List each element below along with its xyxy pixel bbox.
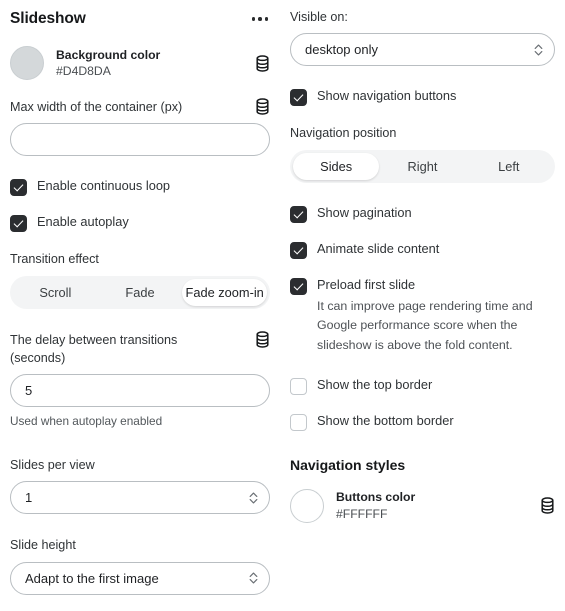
- page-title: Slideshow: [10, 10, 86, 27]
- panel-header: Slideshow: [10, 8, 270, 30]
- max-width-label-row: Max width of the container (px): [10, 98, 270, 116]
- show-bottom-border-row[interactable]: Show the bottom border: [290, 413, 555, 431]
- animate-slide-content-label: Animate slide content: [317, 240, 440, 256]
- preload-first-slide-checkbox[interactable]: [290, 277, 307, 295]
- slide-height-select-wrap: [10, 561, 270, 595]
- delay-field: The delay between transitions (seconds) …: [10, 330, 270, 428]
- kebab-dot: [264, 17, 268, 21]
- transition-effect-field: Transition effect Scroll Fade Fade zoom-…: [10, 250, 270, 309]
- navigation-position-label: Navigation position: [290, 126, 397, 141]
- navigation-position-field: Navigation position Sides Right Left: [290, 124, 555, 183]
- delay-label-row: The delay between transitions (seconds): [10, 330, 270, 368]
- background-color-swatch[interactable]: [10, 46, 44, 80]
- buttons-color-row: Buttons color #FFFFFF: [290, 488, 555, 523]
- slides-per-view-field: Slides per view: [10, 456, 270, 515]
- delay-label: The delay between transitions (seconds): [10, 332, 178, 365]
- transition-effect-segmented: Scroll Fade Fade zoom-in: [10, 275, 270, 309]
- show-pagination-label: Show pagination: [317, 204, 412, 220]
- show-pagination-row[interactable]: Show pagination: [290, 205, 555, 223]
- show-bottom-border-label: Show the bottom border: [317, 412, 454, 428]
- transition-effect-label-row: Transition effect: [10, 250, 270, 268]
- enable-continuous-loop-row[interactable]: Enable continuous loop: [10, 178, 270, 197]
- enable-autoplay-row[interactable]: Enable autoplay: [10, 214, 270, 233]
- slides-per-view-input[interactable]: [10, 481, 270, 515]
- background-color-meta: Background color #D4D8DA: [56, 47, 243, 80]
- show-pagination-checkbox[interactable]: [290, 205, 307, 223]
- delay-hint: Used when autoplay enabled: [10, 414, 163, 428]
- database-icon[interactable]: [255, 98, 270, 115]
- database-icon[interactable]: [255, 330, 270, 348]
- preload-first-slide-text-group: Preload first slide It can improve page …: [317, 277, 555, 355]
- segment-scroll[interactable]: Scroll: [13, 279, 98, 306]
- show-top-border-row[interactable]: Show the top border: [290, 377, 555, 395]
- transition-effect-label: Transition effect: [10, 252, 99, 267]
- show-top-border-checkbox[interactable]: [290, 377, 307, 395]
- right-settings-column: Visible on: Show navigation buttons Navi…: [280, 0, 565, 611]
- segment-sides[interactable]: Sides: [293, 152, 380, 180]
- show-bottom-border-checkbox[interactable]: [290, 413, 307, 431]
- slide-height-select[interactable]: [10, 561, 270, 595]
- kebab-dot: [258, 17, 262, 21]
- left-settings-column: Slideshow Background color #D4D8DA Max w…: [0, 0, 280, 611]
- kebab-menu-icon[interactable]: [250, 13, 271, 25]
- show-navigation-buttons-label: Show navigation buttons: [317, 88, 457, 104]
- slides-per-view-select-wrap: [10, 481, 270, 515]
- visible-on-label: Visible on:: [290, 10, 348, 24]
- delay-input[interactable]: [10, 374, 270, 407]
- kebab-dot: [251, 17, 255, 21]
- buttons-color-name: Buttons color: [336, 490, 416, 505]
- segment-fade-zoom-in[interactable]: Fade zoom-in: [182, 278, 268, 306]
- visible-on-label-row: Visible on:: [290, 8, 555, 26]
- slide-height-label: Slide height: [10, 538, 76, 553]
- animate-slide-content-checkbox[interactable]: [290, 241, 307, 259]
- background-color-row: Background color #D4D8DA: [10, 46, 270, 80]
- max-width-field: Max width of the container (px): [10, 98, 270, 157]
- show-navigation-buttons-row[interactable]: Show navigation buttons: [290, 88, 555, 107]
- database-icon[interactable]: [255, 54, 270, 72]
- slide-height-field: Slide height: [10, 536, 270, 595]
- show-top-border-label: Show the top border: [317, 376, 433, 392]
- enable-autoplay-checkbox[interactable]: [10, 215, 27, 233]
- visible-on-select-wrap: [290, 33, 555, 67]
- background-color-name: Background color: [56, 47, 161, 62]
- preload-first-slide-description: It can improve page rendering time and G…: [317, 299, 533, 352]
- background-color-value: #D4D8DA: [56, 64, 111, 78]
- slides-per-view-label: Slides per view: [10, 458, 95, 472]
- navigation-position-label-row: Navigation position: [290, 124, 555, 142]
- segment-left[interactable]: Left: [466, 153, 552, 180]
- animate-slide-content-row[interactable]: Animate slide content: [290, 241, 555, 259]
- slide-height-label-row: Slide height: [10, 536, 270, 554]
- preload-first-slide-row[interactable]: Preload first slide It can improve page …: [290, 277, 555, 355]
- visible-on-field: Visible on:: [290, 8, 555, 67]
- enable-continuous-loop-checkbox[interactable]: [10, 179, 27, 197]
- segment-right[interactable]: Right: [379, 153, 465, 180]
- navigation-position-segmented: Sides Right Left: [290, 149, 555, 183]
- enable-autoplay-label: Enable autoplay: [37, 214, 129, 230]
- slides-per-view-label-row: Slides per view: [10, 456, 270, 474]
- show-navigation-buttons-checkbox[interactable]: [290, 89, 307, 107]
- buttons-color-value: #FFFFFF: [336, 506, 388, 521]
- buttons-color-swatch[interactable]: [290, 488, 324, 523]
- max-width-input[interactable]: [10, 123, 270, 157]
- navigation-styles-heading: Navigation styles: [290, 456, 406, 473]
- buttons-color-meta: Buttons color #FFFFFF: [336, 489, 528, 522]
- segment-fade[interactable]: Fade: [98, 279, 183, 306]
- max-width-label: Max width of the container (px): [10, 100, 183, 114]
- visible-on-select[interactable]: [290, 33, 555, 67]
- enable-continuous-loop-label: Enable continuous loop: [37, 178, 171, 194]
- database-icon[interactable]: [540, 497, 555, 515]
- slideshow-settings-panel: Slideshow Background color #D4D8DA Max w…: [0, 0, 565, 611]
- preload-first-slide-label: Preload first slide: [317, 276, 416, 292]
